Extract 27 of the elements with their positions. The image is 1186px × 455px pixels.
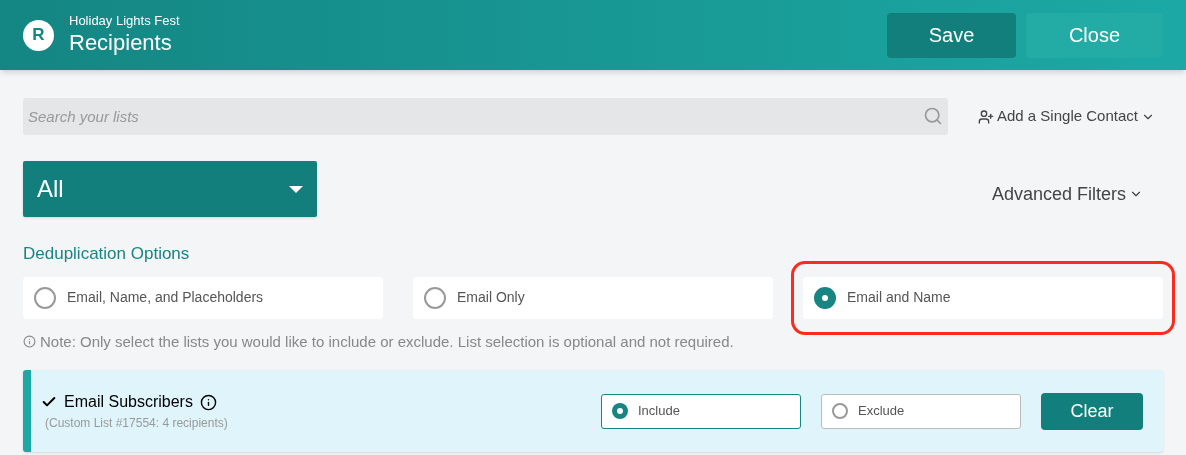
dedup-option[interactable]: Email Only	[413, 276, 773, 319]
dedup-option[interactable]: Email, Name, and Placeholders	[23, 276, 383, 319]
radio-button[interactable]	[814, 286, 836, 309]
dedup-option[interactable]: Email and Name	[803, 276, 1163, 319]
radio-button[interactable]	[34, 286, 56, 309]
add-user-icon	[978, 108, 994, 125]
radio-button[interactable]	[424, 286, 446, 309]
note-text: Note: Only select the lists you would like to include or exclude. List selection is optional and not required.	[40, 331, 734, 352]
section-heading: Deduplication Options	[23, 243, 191, 265]
list-option[interactable]: Exclude	[821, 393, 1021, 429]
search-icon	[923, 106, 943, 126]
list-details: (Custom List #17554: 4 recipients)	[45, 415, 228, 432]
list-option[interactable]: Include	[601, 393, 801, 429]
logo-icon: R	[23, 19, 54, 51]
event-name: Holiday Lights Fest	[69, 13, 180, 29]
clear-button[interactable]: Clear	[1041, 392, 1143, 430]
add-contact-button[interactable]: Add a Single Contact	[978, 105, 1155, 128]
advanced-filters-button[interactable]: Advanced Filters	[991, 180, 1143, 208]
radio-button[interactable]	[832, 403, 848, 419]
info-icon	[199, 393, 217, 411]
radio-button[interactable]	[612, 403, 628, 419]
search-field[interactable]: Search your lists	[23, 98, 948, 135]
info-icon	[23, 335, 36, 349]
page-title: Recipients	[69, 29, 173, 57]
list-dropdown[interactable]: All	[23, 161, 317, 217]
save-button[interactable]: Save	[887, 12, 1016, 58]
list-name: Email Subscribers	[64, 392, 193, 412]
